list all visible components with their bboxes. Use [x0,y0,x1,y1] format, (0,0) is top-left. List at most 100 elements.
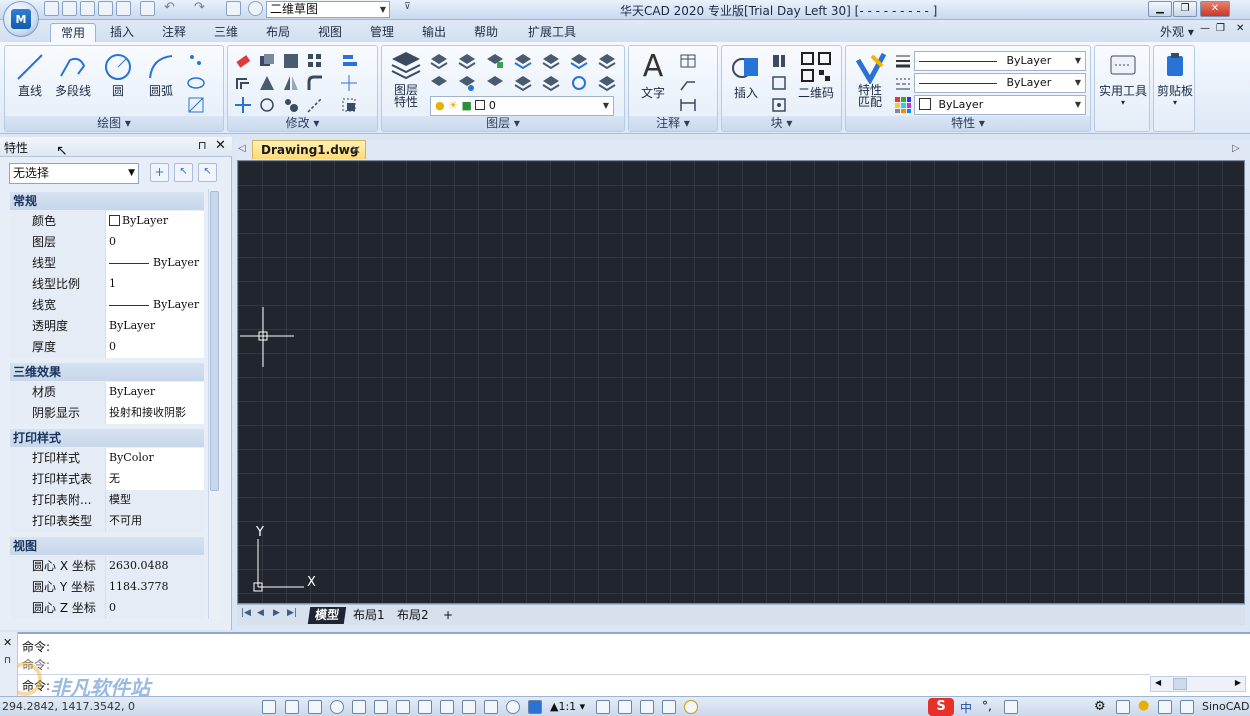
dimension-icon[interactable] [679,96,697,114]
document-tab[interactable]: Drawing1.dwg ✕ [252,140,366,159]
prop-row-shadow[interactable]: 阴影显示 投射和接收阴影 [10,403,204,424]
layer-combo[interactable]: ● ☀ ■ 0 ▼ [430,96,614,116]
ellipse-icon[interactable] [187,74,205,92]
point-icon[interactable] [187,52,205,70]
pin-icon[interactable]: ⊓ [4,656,11,666]
layer-tool-12-icon[interactable] [542,74,560,92]
pickadd-icon[interactable]: ↖ [198,163,217,182]
prop-row-center-y[interactable]: 圆心 Y 坐标 1184.3778 [10,577,204,598]
notes-icon[interactable] [662,700,676,714]
trim-icon[interactable] [306,96,324,114]
tab-output[interactable]: 输出 [412,23,456,42]
erase-icon[interactable] [234,52,252,70]
prop-row-plotstyle[interactable]: 打印样式 ByColor [10,448,204,469]
app-logo[interactable]: M [3,1,39,37]
plot-icon[interactable] [116,1,131,16]
annotation-scale[interactable]: ▲1:1 ▾ [550,700,585,713]
pin-icon[interactable]: ⊓ [198,139,207,152]
minimize-button[interactable]: ▁ [1148,1,1172,17]
block-create-icon[interactable] [770,52,788,70]
layer-tool-6-icon[interactable] [570,52,588,70]
snap-grid-icon[interactable] [262,700,276,714]
first-layout-icon[interactable]: |◀ [241,608,251,618]
arc-button[interactable]: 圆弧 [143,52,179,99]
align-icon[interactable] [340,52,358,70]
prop-row-linetype[interactable]: 线型 ByLayer [10,253,204,274]
command-hscroll[interactable]: ◀ ▶ [1150,676,1246,692]
save-icon[interactable] [80,1,95,16]
coordinate-readout[interactable]: 294.2842, 1417.3542, 0 [2,700,135,713]
ime-punct-icon[interactable]: °, [982,699,992,713]
linetype-combo[interactable]: ByLayer ▼ [914,73,1086,93]
scroll-left-icon[interactable]: ◀ [1155,678,1161,687]
add-layout-button[interactable]: + [437,607,459,624]
refresh-status-icon[interactable] [684,700,698,714]
new-file-icon[interactable] [44,1,59,16]
tab-insert[interactable]: 插入 [100,23,144,42]
circle-button[interactable]: 圆 [103,52,133,99]
layer-tool-9-icon[interactable] [458,74,476,92]
text-button[interactable]: A 文字 [635,50,671,101]
lock-ui-icon[interactable] [1116,700,1130,714]
qat-menu-icon[interactable]: ⊽ [404,2,411,12]
clipboard-button[interactable]: 剪贴板 ▾ [1155,50,1195,107]
workspace-select[interactable]: 二维草图 ▼ [266,1,390,18]
dynamic-ucs-icon[interactable] [396,700,410,714]
tab-manage[interactable]: 管理 [360,23,404,42]
color-combo[interactable]: ByLayer ▼ [914,95,1086,115]
tab-model[interactable]: 模型 [307,607,347,624]
dynamic-input-icon[interactable] [418,700,432,714]
gear-icon[interactable]: ⚙ [1094,699,1106,714]
ime-logo-icon[interactable]: S [928,698,954,716]
restore-button[interactable]: ❐ [1173,1,1197,17]
ribbon-restore-icon[interactable]: ❐ [1216,23,1225,34]
offset-icon[interactable] [234,74,252,92]
tab-help[interactable]: 帮助 [464,23,508,42]
prop-row-center-x[interactable]: 圆心 X 坐标 2630.0488 [10,556,204,577]
undo-icon[interactable]: ↶ [164,1,179,16]
isolate-objects-icon[interactable] [1180,700,1194,714]
line-button[interactable]: 直线 [13,52,47,99]
save-as-icon[interactable] [98,1,113,16]
layer-tool-11-icon[interactable] [514,74,532,92]
prop-row-layer[interactable]: 图层 0 [10,232,204,253]
section-plot-style[interactable]: 打印样式 [10,429,204,447]
close-button[interactable]: ✕ [1200,1,1230,17]
rotate-icon[interactable] [258,96,276,114]
drawing-canvas[interactable]: Y X [237,160,1245,604]
ortho-icon[interactable] [308,700,322,714]
close-icon[interactable]: ✕ [3,636,12,649]
prop-row-plottable[interactable]: 打印样式表无 [10,469,204,490]
tab-view[interactable]: 视图 [308,23,352,42]
tab-3d[interactable]: 三维 [204,23,248,42]
properties-scrollbar[interactable] [208,189,220,619]
qrcode-button[interactable]: 二维码 [794,50,838,101]
array-icon[interactable] [306,52,324,70]
layer-tool-8-icon[interactable] [430,74,448,92]
move-icon[interactable] [234,96,252,114]
refresh-icon[interactable] [248,1,263,16]
open-file-icon[interactable] [62,1,77,16]
layer-tool-2-icon[interactable] [458,52,476,70]
annotation-visibility-icon[interactable] [596,700,610,714]
tab-home[interactable]: 常用 [50,23,97,42]
tab-scroll-right-icon[interactable]: ▷ [1232,143,1240,154]
redo-icon[interactable]: ↷ [194,1,209,16]
layer-tool-14-icon[interactable] [598,74,616,92]
last-layout-icon[interactable]: ▶| [287,608,297,618]
close-tab-icon[interactable]: ✕ [351,141,361,159]
extend-icon[interactable] [340,96,358,114]
prop-row-plotattached[interactable]: 打印表附... 模型 [10,490,204,511]
tab-extensions[interactable]: 扩展工具 [518,23,586,42]
auto-scale-icon[interactable] [618,700,632,714]
hatch-status-icon[interactable] [640,700,654,714]
polyline-button[interactable]: 多段线 [53,52,93,99]
layer-icon[interactable] [226,1,241,16]
prop-row-plottype[interactable]: 打印表类型 不可用 [10,511,204,532]
leader-icon[interactable] [679,74,697,92]
command-window[interactable]: 命令: 命令: 命令: ◀ ▶ 非凡软件站 [0,632,1250,700]
prop-row-material[interactable]: 材质 ByLayer [10,382,204,403]
layer-tool-10-icon[interactable] [486,74,504,92]
block-attribute-icon[interactable] [770,96,788,114]
insert-block-button[interactable]: 插入 [726,50,766,101]
